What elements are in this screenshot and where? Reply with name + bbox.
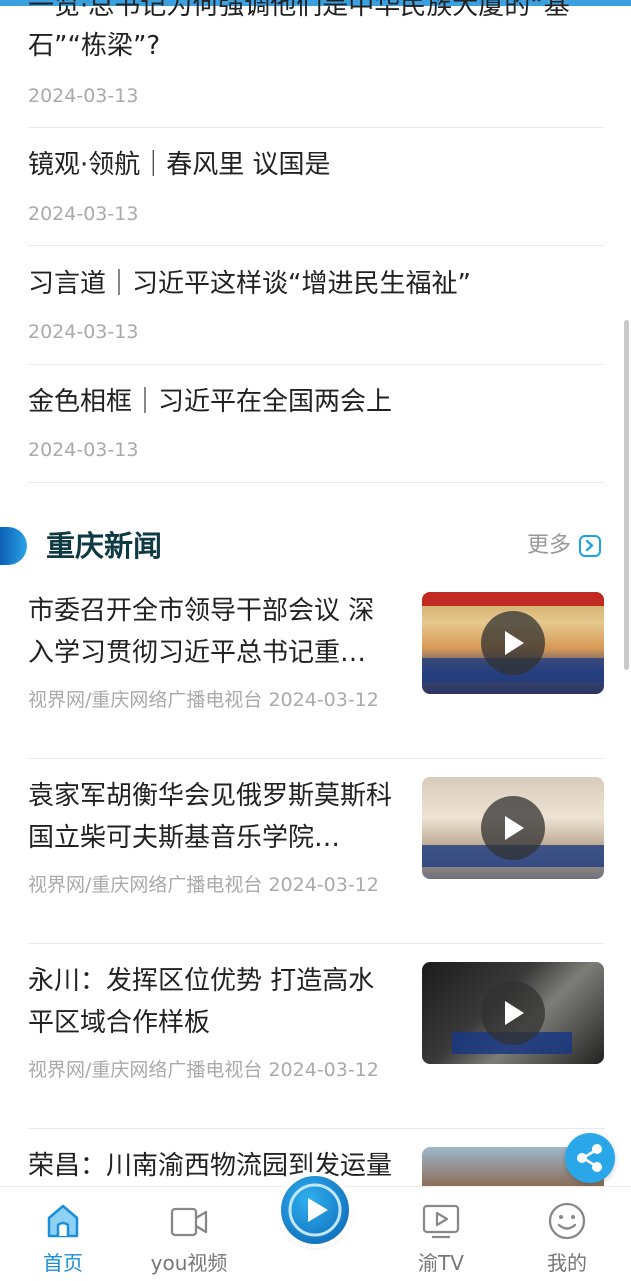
- section-header: 重庆新闻 更多: [0, 520, 631, 572]
- tab-label: 首页: [43, 1251, 83, 1275]
- more-button[interactable]: 更多: [527, 530, 601, 562]
- news-item[interactable]: 市委召开全市领导干部会议 深入学习贯彻习近平总书记重… 视界网/重庆网络广播电视…: [28, 590, 604, 759]
- tv-icon: [422, 1204, 460, 1239]
- news-meta: 视界网/重庆网络广播电视台 2024-03-12: [28, 874, 379, 896]
- news-thumbnail[interactable]: [422, 962, 604, 1064]
- video-camera-icon: [170, 1207, 208, 1237]
- tab-home[interactable]: 首页: [13, 1187, 113, 1281]
- list-item[interactable]: 金色相框｜习近平在全国两会上 2024-03-13: [28, 364, 604, 483]
- list-item[interactable]: 习言道｜习近平这样谈“增进民生福祉” 2024-03-13: [28, 246, 604, 365]
- smiley-icon: [548, 1202, 586, 1240]
- list-item-date: 2024-03-13: [28, 321, 139, 343]
- section-accent-bar: [0, 527, 27, 565]
- scrollbar[interactable]: [624, 320, 629, 670]
- news-title: 袁家军胡衡华会见俄罗斯莫斯科国立柴可夫斯基音乐学院…: [28, 781, 393, 853]
- tab-you-video[interactable]: you视频: [139, 1187, 239, 1281]
- tab-yu-tv[interactable]: 渝TV: [391, 1187, 491, 1281]
- share-button[interactable]: [565, 1133, 615, 1183]
- news-title: 市委召开全市领导干部会议 深入学习贯彻习近平总书记重…: [28, 596, 375, 668]
- news-item[interactable]: 袁家军胡衡华会见俄罗斯莫斯科国立柴可夫斯基音乐学院… 视界网/重庆网络广播电视台…: [28, 775, 604, 944]
- section-title: 重庆新闻: [46, 529, 163, 563]
- play-icon[interactable]: [481, 611, 545, 675]
- play-icon: [288, 1183, 342, 1237]
- share-icon: [577, 1144, 602, 1172]
- news-thumbnail[interactable]: [422, 777, 604, 879]
- home-icon: [47, 1204, 79, 1238]
- news-item[interactable]: 永川：发挥区位优势 打造高水平区域合作样板 视界网/重庆网络广播电视台 2024…: [28, 960, 604, 1129]
- center-play-button[interactable]: [281, 1176, 349, 1244]
- news-thumbnail[interactable]: [422, 592, 604, 694]
- list-item[interactable]: 镜观·领航｜春风里 议国是 2024-03-13: [28, 127, 604, 246]
- list-item-date: 2024-03-13: [28, 439, 139, 461]
- play-icon[interactable]: [481, 796, 545, 860]
- list-item-title: 习言道｜习近平这样谈“增进民生福祉”: [28, 269, 471, 299]
- news-meta: 视界网/重庆网络广播电视台 2024-03-12: [28, 1059, 379, 1081]
- tab-label: 我的: [547, 1251, 587, 1275]
- news-meta: 视界网/重庆网络广播电视台 2024-03-12: [28, 689, 379, 711]
- list-item[interactable]: 一览·总书记为何强调他们是中华民族大厦的“基石”“栋梁”? 2024-03-13: [28, 0, 604, 128]
- play-icon[interactable]: [481, 981, 545, 1045]
- list-item-title: 一览·总书记为何强调他们是中华民族大厦的“基石”“栋梁”?: [28, 0, 570, 61]
- chevron-right-icon: [579, 535, 601, 557]
- list-item-title: 金色相框｜习近平在全国两会上: [28, 387, 393, 417]
- more-label: 更多: [526, 533, 571, 558]
- tab-mine[interactable]: 我的: [517, 1187, 617, 1281]
- list-item-date: 2024-03-13: [28, 85, 139, 107]
- list-item-title: 镜观·领航｜春风里 议国是: [28, 150, 331, 180]
- tab-label: you视频: [150, 1251, 228, 1275]
- news-title: 永川：发挥区位优势 打造高水平区域合作样板: [28, 966, 375, 1038]
- list-item-date: 2024-03-13: [28, 203, 139, 225]
- tab-label: 渝TV: [418, 1251, 464, 1275]
